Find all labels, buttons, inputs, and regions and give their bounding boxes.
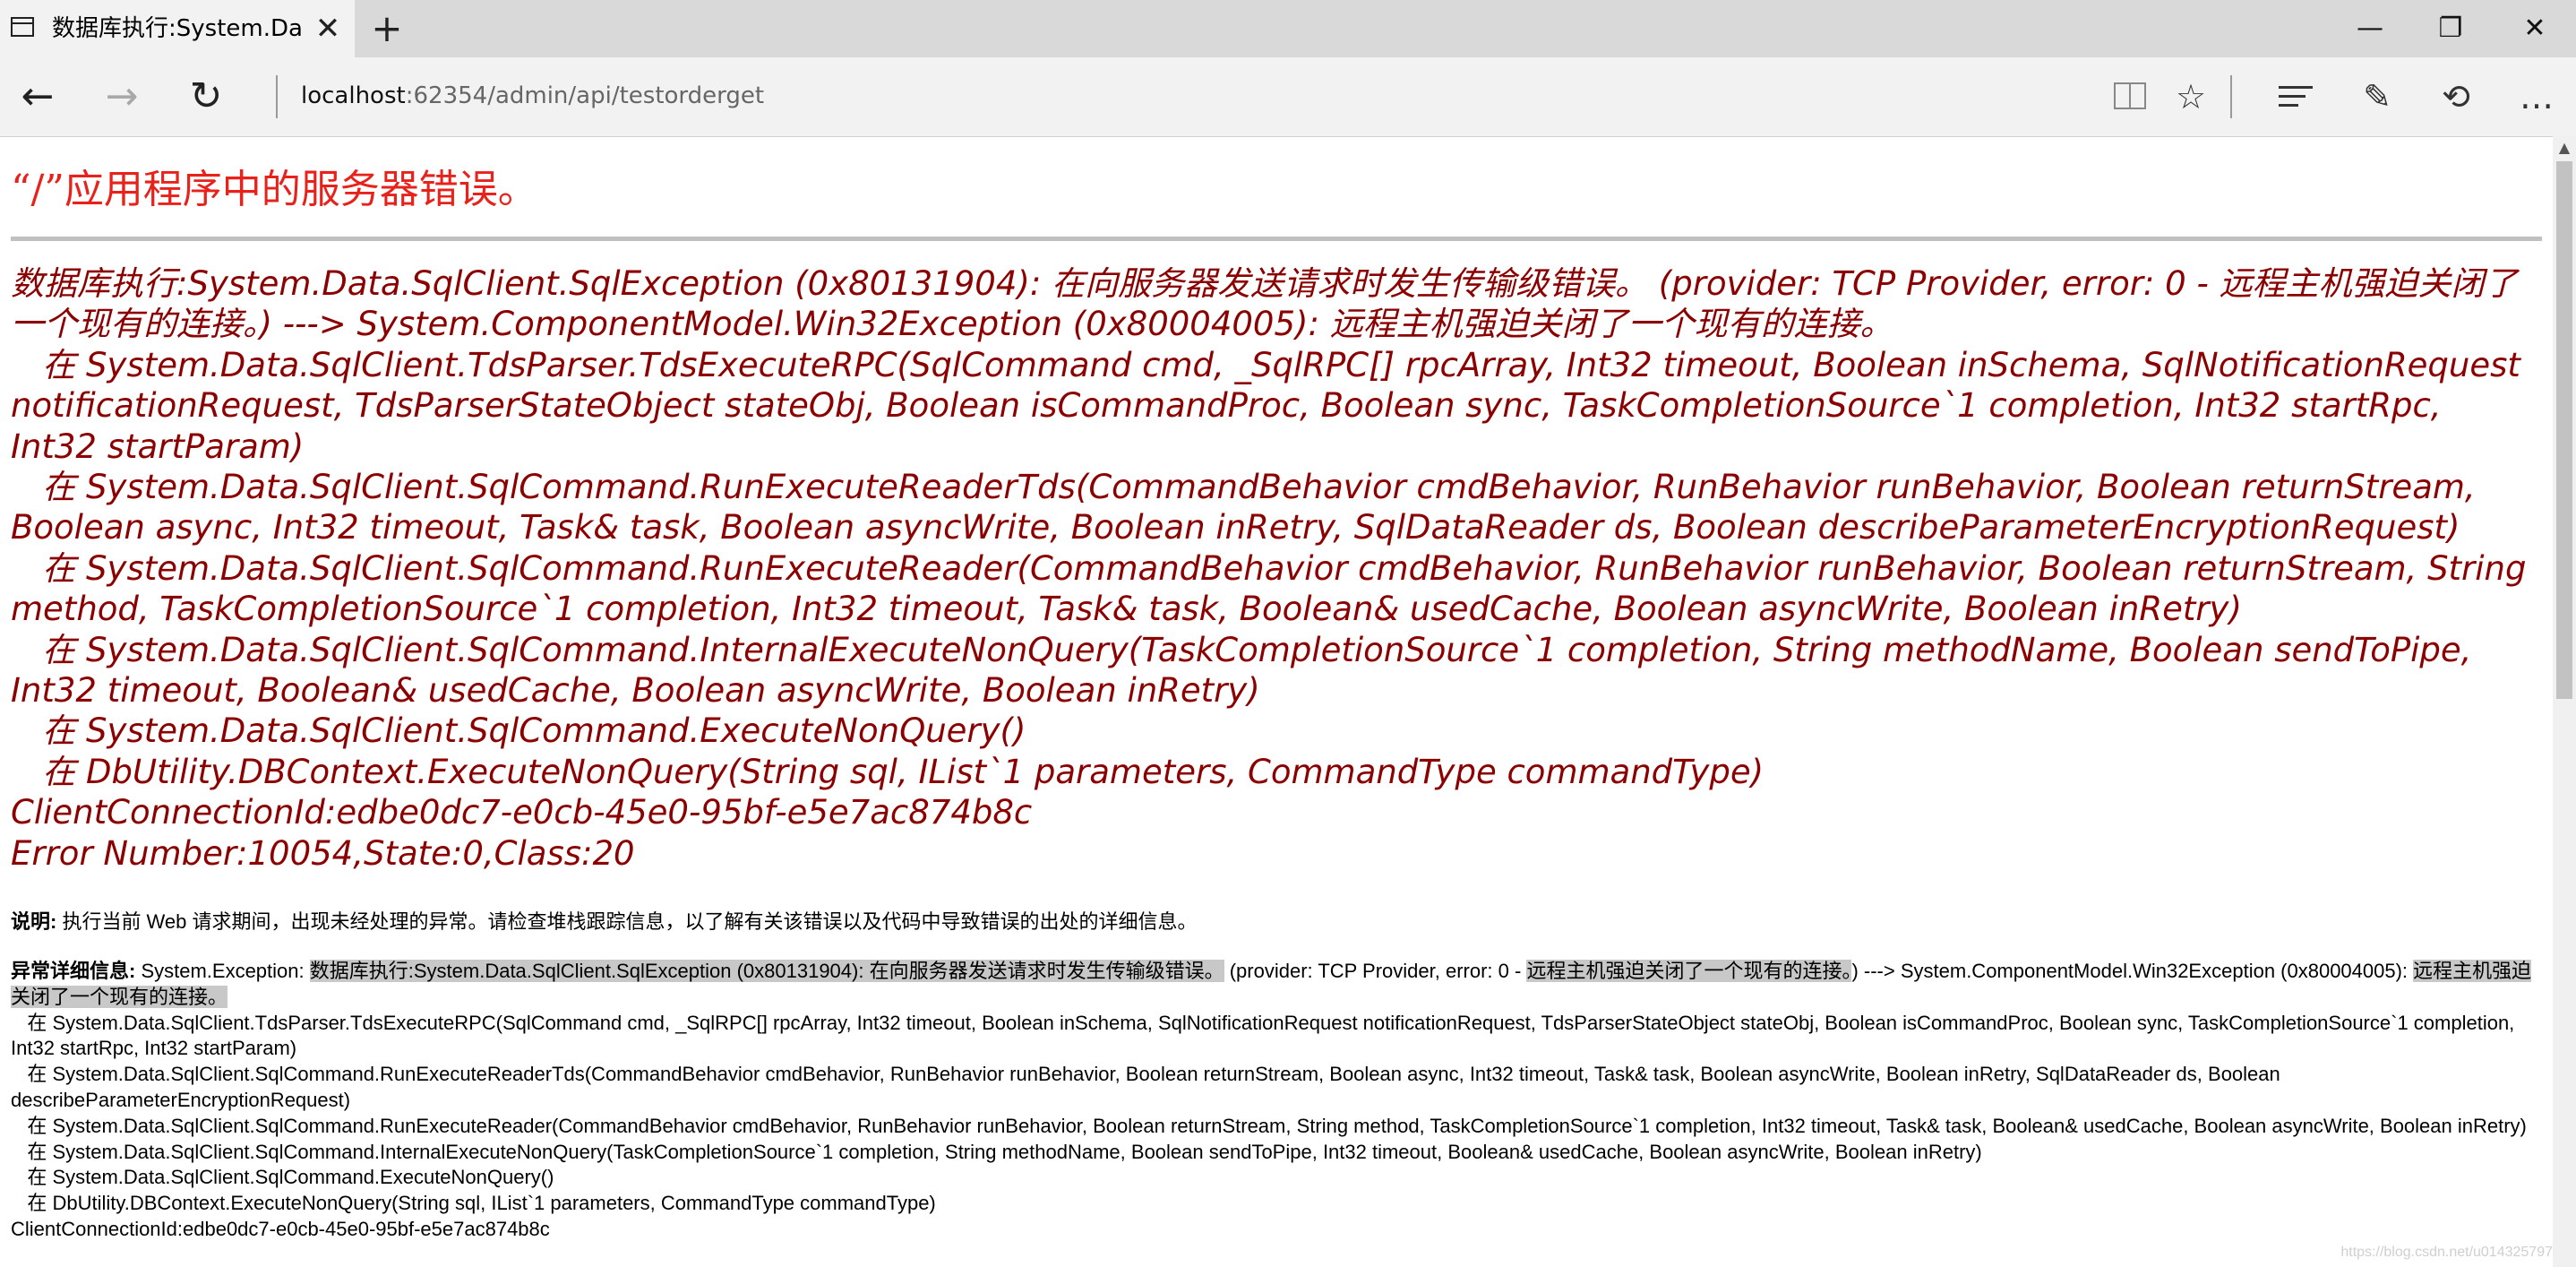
divider [2230,75,2232,118]
watermark: https://blog.csdn.net/u014325797 [2340,1245,2553,1260]
description-text: 执行当前 Web 请求期间，出现未经处理的异常。请检查堆栈跟踪信息，以了解有关该… [56,910,1198,933]
address-bar[interactable]: localhost:62354/admin/api/testorderget [301,73,1465,118]
address-path: :62354/admin/api/testorderget [405,82,765,109]
stack-trace: 在 System.Data.SqlClient.TdsParser.TdsExe… [11,1011,2527,1240]
share-icon[interactable]: ⟲ [2433,73,2479,120]
page-content: “/”应用程序中的服务器错误。 数据库执行:System.Data.SqlCli… [0,136,2553,1267]
minimize-button[interactable]: — [2329,0,2411,57]
navigation-bar: ← → ↻ localhost:62354/admin/api/testorde… [0,57,2576,137]
restore-button[interactable]: ❐ [2409,0,2492,57]
new-tab-button[interactable]: + [367,7,407,50]
selected-text: 数据库执行:System.Data.SqlClient.SqlException… [309,960,1224,982]
error-message: 数据库执行:System.Data.SqlClient.SqlException… [11,264,2527,873]
tab-title: 数据库执行:System.Data [52,15,303,42]
vertical-scrollbar[interactable]: ▲ [2553,136,2576,1267]
detail-mid: (provider: TCP Provider, error: 0 - [1224,960,1527,982]
more-icon[interactable]: … [2513,73,2560,120]
detail-label: 异常详细信息: [11,960,136,982]
close-tab-icon[interactable]: ✕ [310,9,346,48]
close-window-button[interactable]: ✕ [2494,0,2576,57]
hub-icon [2279,86,2313,113]
divider [276,75,278,118]
description-label: 说明: [11,910,57,933]
web-note-icon[interactable]: ✎ [2354,73,2400,120]
reading-view-icon [2114,82,2146,109]
exception-details: 异常详细信息: System.Exception: 数据库执行:System.D… [11,959,2537,1243]
page-icon [11,17,34,37]
selected-text: 远程主机强迫关闭了一个现有的连接。 [1526,960,1852,982]
page-title: “/”应用程序中的服务器错误。 [11,167,537,212]
browser-tab[interactable]: 数据库执行:System.Data ✕ [0,0,355,57]
detail-mid2: ) ---> System.ComponentModel.Win32Except… [1851,960,2414,982]
title-bar: 数据库执行:System.Data ✕ + — ❐ ✕ [0,0,2576,57]
forward-button[interactable]: → [97,72,147,122]
favorite-star-icon[interactable]: ☆ [2168,73,2214,120]
description: 说明: 执行当前 Web 请求期间，出现未经处理的异常。请检查堆栈跟踪信息，以了… [11,909,2528,935]
refresh-button[interactable]: ↻ [181,72,231,122]
back-button[interactable]: ← [13,72,63,122]
horizontal-rule [11,237,2542,241]
address-host: localhost [301,82,406,109]
scroll-up-icon[interactable]: ▲ [2553,136,2576,159]
detail-prefix: System.Exception: [135,960,310,982]
hub-button[interactable] [2273,73,2320,120]
scroll-thumb[interactable] [2556,161,2572,699]
reading-view-button[interactable] [2108,73,2155,120]
